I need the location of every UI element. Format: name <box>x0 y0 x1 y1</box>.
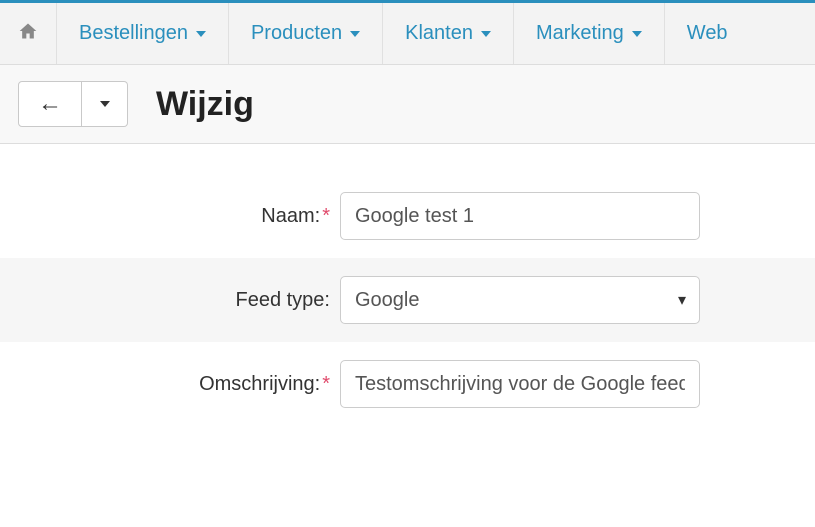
label-description: Omschrijving:* <box>20 373 340 396</box>
nav-orders[interactable]: Bestellingen <box>57 3 229 64</box>
back-button-group: ← <box>18 81 128 127</box>
caret-down-icon <box>632 31 642 37</box>
caret-down-icon <box>350 31 360 37</box>
feed-type-select[interactable]: Google <box>340 276 700 324</box>
nav-web[interactable]: Web <box>665 3 750 64</box>
nav-web-label: Web <box>687 22 728 45</box>
nav-home[interactable] <box>0 3 57 64</box>
required-icon: * <box>322 205 330 227</box>
nav-products[interactable]: Producten <box>229 3 383 64</box>
nav-orders-label: Bestellingen <box>79 22 188 45</box>
required-icon: * <box>322 373 330 395</box>
label-name: Naam:* <box>20 205 340 228</box>
main-navbar: Bestellingen Producten Klanten Marketing… <box>0 3 815 65</box>
nav-marketing[interactable]: Marketing <box>514 3 665 64</box>
nav-customers-label: Klanten <box>405 22 473 45</box>
caret-down-icon <box>196 31 206 37</box>
home-icon <box>18 21 38 47</box>
form-row-name: Naam:* <box>0 174 815 258</box>
nav-products-label: Producten <box>251 22 342 45</box>
label-feed-type: Feed type: <box>20 289 340 312</box>
name-input[interactable] <box>340 192 700 240</box>
back-button[interactable]: ← <box>18 81 82 127</box>
form-row-feed-type: Feed type: Google <box>0 258 815 342</box>
page-title: Wijzig <box>156 85 254 124</box>
back-dropdown-button[interactable] <box>82 81 128 127</box>
arrow-left-icon: ← <box>38 90 62 118</box>
form-area: Naam:* Feed type: Google Omschrijving:* <box>0 144 815 426</box>
label-description-text: Omschrijving: <box>199 373 320 395</box>
nav-customers[interactable]: Klanten <box>383 3 514 64</box>
label-name-text: Naam: <box>261 205 320 227</box>
toolbar: ← Wijzig <box>0 65 815 144</box>
feed-type-select-wrap: Google <box>340 276 700 324</box>
form-row-description: Omschrijving:* <box>0 342 815 426</box>
caret-down-icon <box>481 31 491 37</box>
description-input[interactable] <box>340 360 700 408</box>
nav-marketing-label: Marketing <box>536 22 624 45</box>
caret-down-icon <box>100 101 110 107</box>
